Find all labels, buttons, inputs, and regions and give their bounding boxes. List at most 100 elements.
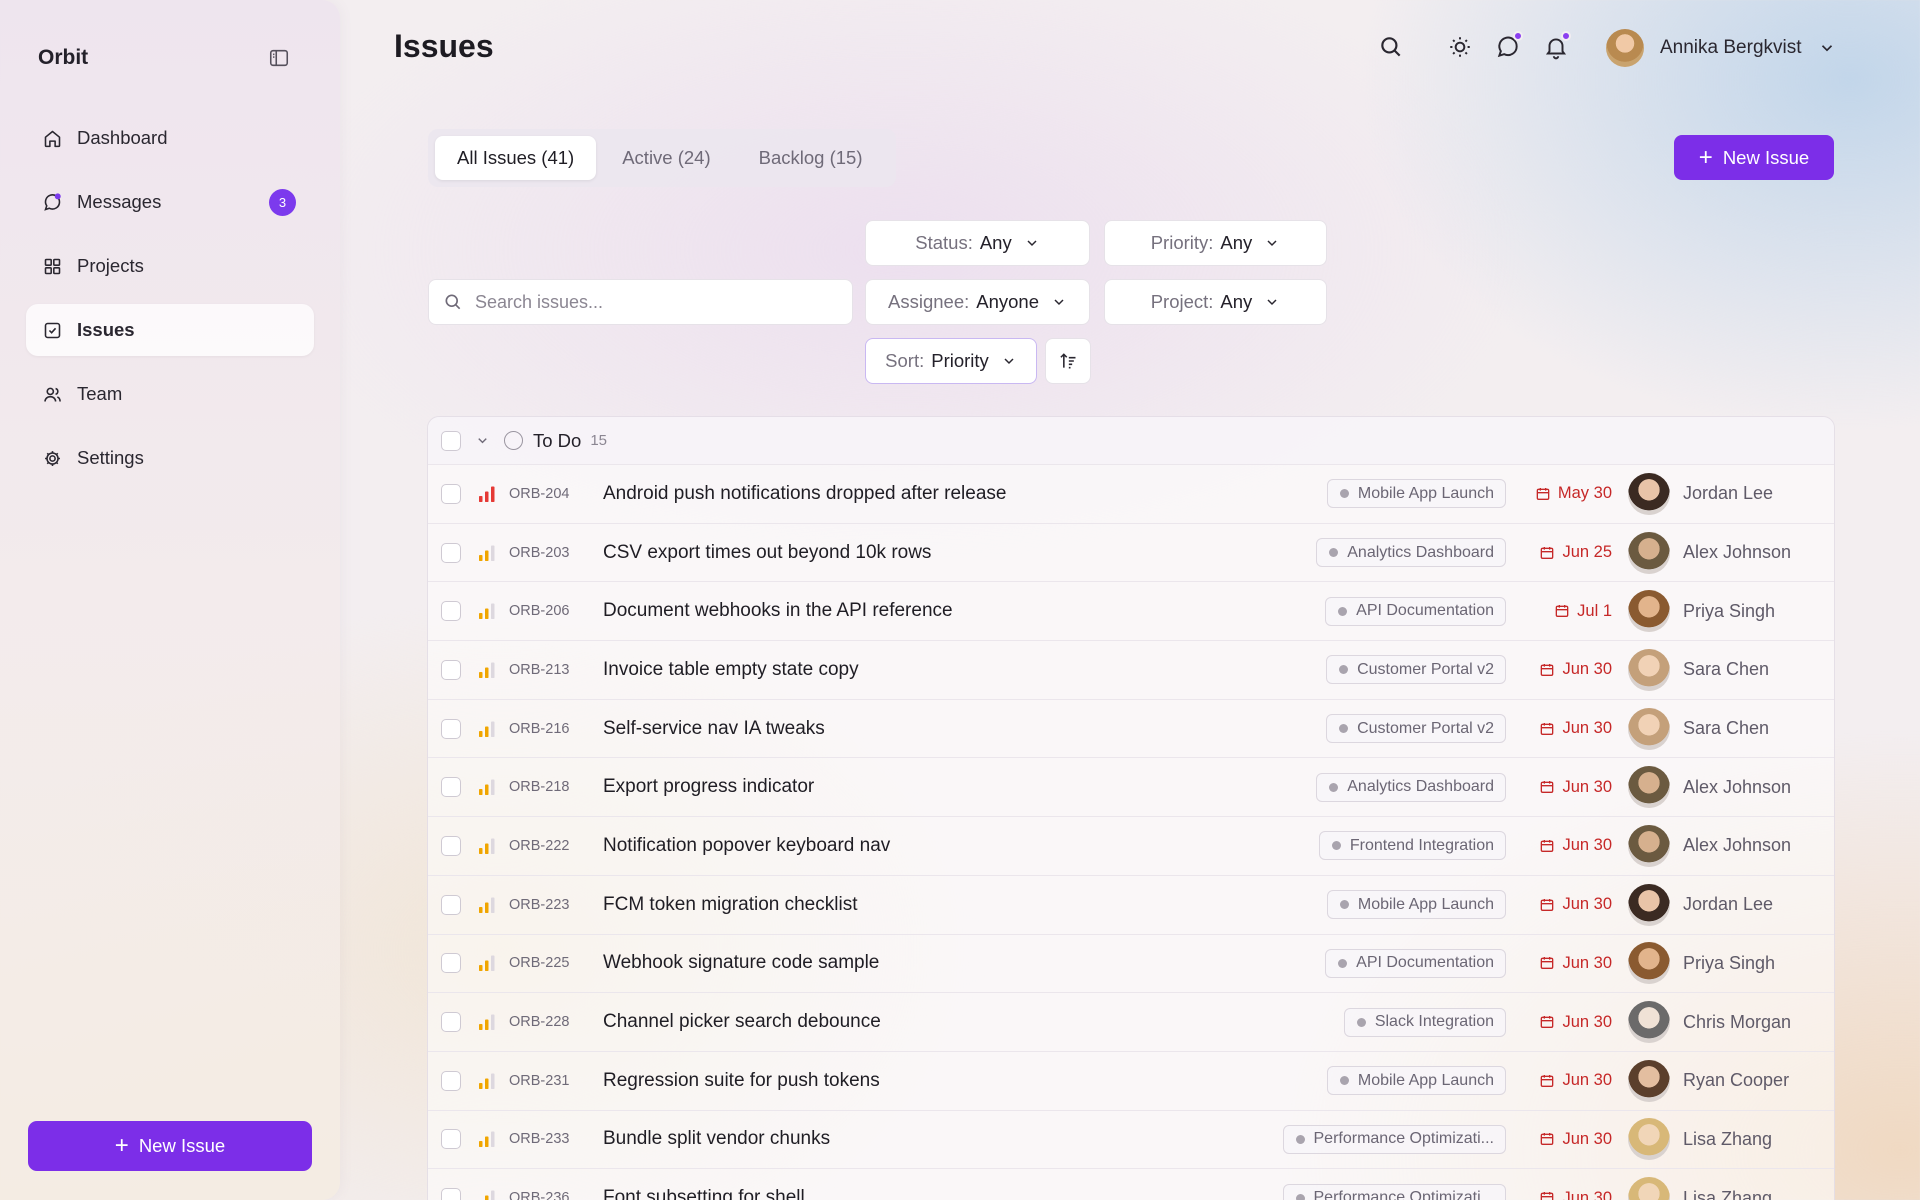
table-row[interactable]: ORB-203 CSV export times out beyond 10k … <box>428 524 1834 583</box>
due-date-text: Jun 30 <box>1562 660 1612 679</box>
sidebar-item-settings[interactable]: Settings <box>26 432 314 484</box>
search-icon[interactable] <box>1378 34 1404 60</box>
project-filter[interactable]: Project: Any <box>1104 279 1327 325</box>
sort-dropdown[interactable]: Sort: Priority <box>865 338 1037 384</box>
table-row[interactable]: ORB-223 FCM token migration checklist Mo… <box>428 876 1834 935</box>
row-checkbox[interactable] <box>441 1012 461 1033</box>
project-tag[interactable]: API Documentation <box>1325 596 1506 626</box>
search-input[interactable] <box>475 291 835 313</box>
tab-active[interactable]: Active (24) <box>600 136 732 180</box>
assignee-filter[interactable]: Assignee: Anyone <box>865 279 1090 325</box>
row-checkbox[interactable] <box>441 1070 461 1091</box>
user-name: Annika Bergkvist <box>1660 37 1802 58</box>
priority-filter[interactable]: Priority: Any <box>1104 220 1327 266</box>
table-row[interactable]: ORB-206 Document webhooks in the API ref… <box>428 582 1834 642</box>
new-issue-label: New Issue <box>1722 146 1810 168</box>
row-checkbox[interactable] <box>441 483 461 504</box>
chevron-down-icon <box>1821 45 1832 52</box>
avatar <box>1628 766 1670 809</box>
row-checkbox[interactable] <box>441 601 461 622</box>
sidebar-item-label: Issues <box>77 319 135 340</box>
row-checkbox[interactable] <box>441 777 461 798</box>
new-issue-button[interactable]: + New Issue <box>1674 135 1834 180</box>
project-tag[interactable]: Slack Integration <box>1343 1007 1506 1037</box>
table-row[interactable]: ORB-231 Regression suite for push tokens… <box>428 1052 1834 1111</box>
project-tag[interactable]: Frontend Integration <box>1318 831 1506 861</box>
priority-high-icon <box>479 662 495 678</box>
row-checkbox[interactable] <box>441 894 461 915</box>
sidebar-toggle-icon[interactable] <box>268 47 290 69</box>
due-date: May 30 <box>1535 484 1612 503</box>
project-tag[interactable]: Performance Optimizati... <box>1282 1124 1506 1154</box>
sun-icon[interactable] <box>1447 34 1473 60</box>
project-tag[interactable]: Customer Portal v2 <box>1326 714 1506 744</box>
user-menu[interactable]: Annika Bergkvist <box>1606 28 1836 68</box>
priority-high-icon <box>479 721 495 737</box>
project-tag[interactable]: Analytics Dashboard <box>1316 538 1506 568</box>
table-row[interactable]: ORB-228 Channel picker search debounce S… <box>428 993 1834 1052</box>
sidebar-item-issues[interactable]: Issues <box>26 304 314 356</box>
sidebar-item-team[interactable]: Team <box>26 368 314 420</box>
row-checkbox[interactable] <box>441 659 461 680</box>
row-checkbox[interactable] <box>441 953 461 974</box>
table-row[interactable]: ORB-222 Notification popover keyboard na… <box>428 817 1834 876</box>
select-all-checkbox[interactable] <box>441 430 461 451</box>
assignee-name: Sara Chen <box>1683 718 1770 739</box>
project-tag[interactable]: Mobile App Launch <box>1326 890 1506 920</box>
table-row[interactable]: ORB-204 Android push notifications dropp… <box>428 465 1834 524</box>
row-checkbox[interactable] <box>441 542 461 563</box>
table-row[interactable]: ORB-216 Self-service nav IA tweaks Custo… <box>428 700 1834 759</box>
issues-table: To Do 15 ORB-204 Android push notificati… <box>427 416 1835 1200</box>
due-date-text: Jun 30 <box>1562 1129 1612 1148</box>
sidebar-item-label: Dashboard <box>77 127 168 148</box>
project-tag[interactable]: Analytics Dashboard <box>1316 772 1506 802</box>
table-row[interactable]: ORB-236 Font subsetting for shell Perfor… <box>428 1169 1834 1200</box>
project-tag[interactable]: Mobile App Launch <box>1326 1066 1506 1096</box>
sidebar-item-messages[interactable]: Messages 3 <box>26 176 314 228</box>
sidebar-nav: Dashboard Messages 3 Projects Issues Tea… <box>26 112 314 496</box>
sidebar-item-label: Projects <box>77 255 144 276</box>
sidebar-item-dashboard[interactable]: Dashboard <box>26 112 314 164</box>
sidebar-item-label: Messages <box>77 191 162 212</box>
tab-all-issues[interactable]: All Issues (41) <box>435 136 597 180</box>
project-tag[interactable]: Performance Optimizati... <box>1282 1183 1506 1200</box>
status-filter[interactable]: Status: Any <box>865 220 1090 266</box>
filter-value: Any <box>1220 232 1253 253</box>
chevron-down-icon[interactable] <box>475 433 490 448</box>
row-checkbox[interactable] <box>441 1188 461 1200</box>
users-icon <box>44 387 61 402</box>
issue-tabs: All Issues (41) Active (24) Backlog (15) <box>428 129 896 187</box>
tab-backlog[interactable]: Backlog (15) <box>737 136 885 180</box>
project-dot <box>1339 900 1349 910</box>
table-row[interactable]: ORB-218 Export progress indicator Analyt… <box>428 758 1834 818</box>
sort-ascending-icon <box>1060 353 1076 369</box>
due-date-text: Jun 30 <box>1562 953 1612 972</box>
page-title: Issues <box>394 28 494 64</box>
issue-title: Android push notifications dropped after… <box>603 482 1007 504</box>
filter-value: Anyone <box>976 291 1039 312</box>
sidebar-new-issue-button[interactable]: + New Issue <box>28 1121 312 1171</box>
project-tag[interactable]: API Documentation <box>1325 948 1506 978</box>
table-row[interactable]: ORB-213 Invoice table empty state copy C… <box>428 641 1834 700</box>
issue-id: ORB-236 <box>509 1190 570 1200</box>
project-name: Customer Portal v2 <box>1357 719 1494 737</box>
table-row[interactable]: ORB-225 Webhook signature code sample AP… <box>428 935 1834 994</box>
project-tag[interactable]: Mobile App Launch <box>1326 479 1506 509</box>
avatar <box>1628 883 1670 926</box>
project-dot <box>1329 548 1339 558</box>
row-checkbox[interactable] <box>441 1129 461 1150</box>
table-row[interactable]: ORB-233 Bundle split vendor chunks Perfo… <box>428 1111 1834 1170</box>
due-date: Jul 1 <box>1554 602 1612 621</box>
sidebar-item-projects[interactable]: Projects <box>26 240 314 292</box>
calendar-icon <box>1541 546 1554 559</box>
search-box <box>428 279 853 325</box>
filter-label: Project: <box>1150 291 1214 312</box>
row-checkbox[interactable] <box>441 835 461 856</box>
due-date-text: Jun 30 <box>1562 1012 1612 1031</box>
project-tag[interactable]: Customer Portal v2 <box>1326 655 1506 685</box>
calendar-icon <box>1555 605 1569 618</box>
sort-direction-button[interactable] <box>1045 338 1091 384</box>
row-checkbox[interactable] <box>441 718 461 739</box>
avatar <box>1628 707 1670 750</box>
due-date-text: Jun 30 <box>1562 719 1612 738</box>
